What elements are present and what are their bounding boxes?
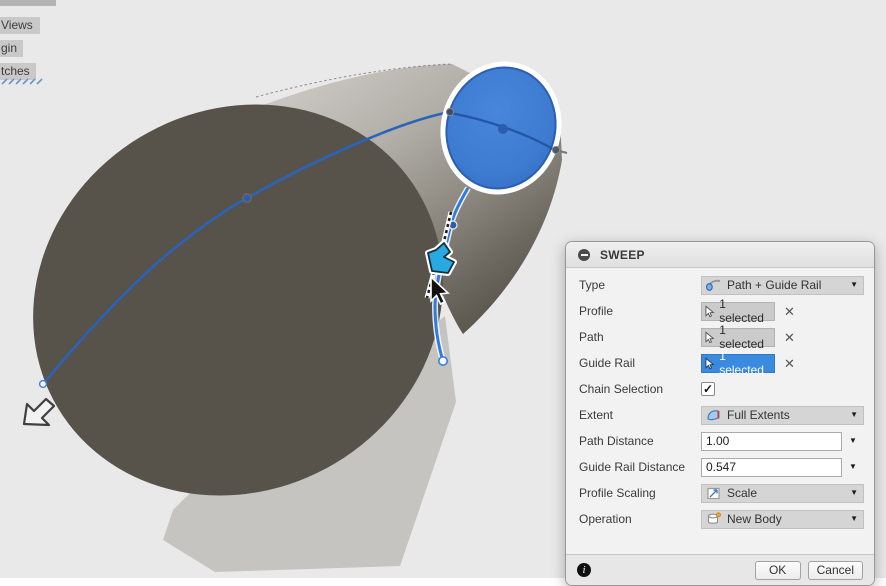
guide-rail-distance-input[interactable] xyxy=(701,458,842,477)
full-extents-icon xyxy=(706,408,722,422)
sketch-hatch-marks xyxy=(1,78,47,85)
chevron-down-icon[interactable]: ▼ xyxy=(849,463,857,471)
guide-rail-selection-button[interactable]: 1 selected xyxy=(701,354,775,373)
profile-edge-point-left xyxy=(446,108,453,115)
chevron-down-icon: ▼ xyxy=(850,281,858,289)
profile-selected-count: 1 selected xyxy=(719,297,770,325)
spline-start-point[interactable] xyxy=(40,381,47,388)
path-selection-button[interactable]: 1 selected xyxy=(701,328,775,347)
profile-label: Profile xyxy=(579,304,701,318)
chevron-down-icon: ▼ xyxy=(850,515,858,523)
path-label: Path xyxy=(579,330,701,344)
row-guide-rail-distance: Guide Rail Distance ▼ xyxy=(579,454,864,480)
row-profile: Profile 1 selected ✕ xyxy=(579,298,864,324)
collapse-icon[interactable] xyxy=(578,249,590,261)
chevron-down-icon[interactable]: ▼ xyxy=(849,437,857,445)
cancel-button[interactable]: Cancel xyxy=(808,561,863,580)
type-dropdown[interactable]: Path + Guide Rail ▼ xyxy=(701,276,864,295)
cursor-icon xyxy=(705,305,715,318)
profile-scaling-value: Scale xyxy=(727,486,757,500)
cursor-icon xyxy=(705,331,715,344)
path-selected-count: 1 selected xyxy=(719,323,770,351)
type-label: Type xyxy=(579,278,701,292)
row-operation: Operation New Body ▼ xyxy=(579,506,864,532)
sweep-type-icon xyxy=(706,278,722,292)
row-path-distance: Path Distance ▼ xyxy=(579,428,864,454)
row-chain-selection: Chain Selection ✓ xyxy=(579,376,864,402)
browser-item-named-views[interactable]: Views xyxy=(0,17,40,34)
guide-rail-distance-label: Guide Rail Distance xyxy=(579,460,701,474)
path-distance-input[interactable] xyxy=(701,432,842,451)
ok-button[interactable]: OK xyxy=(755,561,801,580)
scale-icon xyxy=(706,486,722,500)
chevron-down-icon: ▼ xyxy=(850,411,858,419)
profile-selection-button[interactable]: 1 selected xyxy=(701,302,775,321)
guide-rail-selected-count: 1 selected xyxy=(719,349,770,377)
browser-item-origin[interactable]: gin xyxy=(0,40,23,57)
info-icon[interactable]: i xyxy=(577,563,591,577)
operation-value: New Body xyxy=(727,512,782,526)
path-clear-icon[interactable]: ✕ xyxy=(784,331,795,344)
profile-clear-icon[interactable]: ✕ xyxy=(784,305,795,318)
path-distance-label: Path Distance xyxy=(579,434,701,448)
toolbar-fragment xyxy=(0,0,56,6)
profile-edge-point-right xyxy=(552,146,559,153)
guide-rail-endpoint[interactable] xyxy=(439,357,447,365)
row-type: Type Path + Guide Rail ▼ xyxy=(579,272,864,298)
operation-label: Operation xyxy=(579,512,701,526)
sweep-dialog: SWEEP Type Path + Guide Rail ▼ Profile xyxy=(565,241,875,586)
chain-selection-checkbox[interactable]: ✓ xyxy=(701,382,715,396)
profile-scaling-dropdown[interactable]: Scale ▼ xyxy=(701,484,864,503)
sweep-dialog-body: Type Path + Guide Rail ▼ Profile xyxy=(566,268,874,554)
operation-dropdown[interactable]: New Body ▼ xyxy=(701,510,864,529)
sweep-dialog-header[interactable]: SWEEP xyxy=(566,242,874,268)
sweep-dialog-footer: i OK Cancel xyxy=(566,554,874,585)
browser-item-label: gin xyxy=(1,41,17,55)
checkmark-icon: ✓ xyxy=(703,382,713,396)
type-value: Path + Guide Rail xyxy=(727,278,821,292)
chain-selection-label: Chain Selection xyxy=(579,382,701,396)
guide-rail-label: Guide Rail xyxy=(579,356,701,370)
extent-dropdown[interactable]: Full Extents ▼ xyxy=(701,406,864,425)
extent-value: Full Extents xyxy=(727,408,790,422)
dialog-title: SWEEP xyxy=(600,248,645,262)
browser-item-label: Views xyxy=(1,18,33,32)
profile-center-point xyxy=(498,124,508,134)
guide-rail-clear-icon[interactable]: ✕ xyxy=(784,357,795,370)
new-body-icon xyxy=(706,512,722,526)
chevron-down-icon: ▼ xyxy=(850,489,858,497)
profile-scaling-label: Profile Scaling xyxy=(579,486,701,500)
browser-item-label: tches xyxy=(1,64,30,78)
row-extent: Extent Full Extents ▼ xyxy=(579,402,864,428)
row-profile-scaling: Profile Scaling Scale ▼ xyxy=(579,480,864,506)
path-extent-arrow[interactable] xyxy=(24,399,54,425)
extent-label: Extent xyxy=(579,408,701,422)
spline-control-point[interactable] xyxy=(243,194,251,202)
row-path: Path 1 selected ✕ xyxy=(579,324,864,350)
row-guide-rail: Guide Rail 1 selected ✕ xyxy=(579,350,864,376)
cursor-icon xyxy=(705,357,715,370)
